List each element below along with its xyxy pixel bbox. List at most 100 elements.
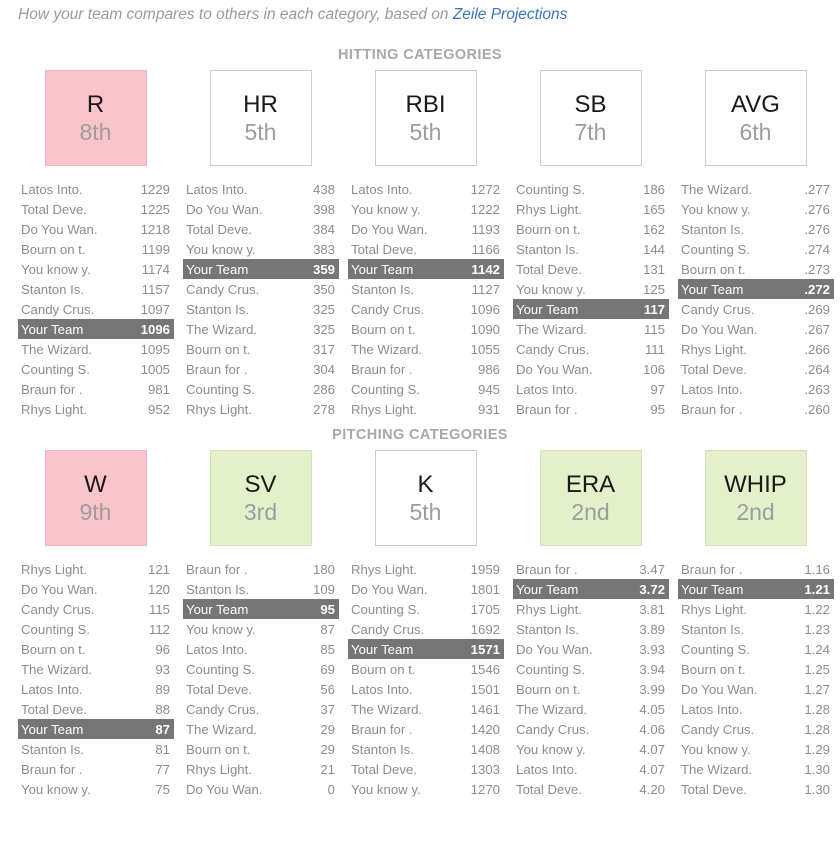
standings-row[interactable]: You know y. 125 xyxy=(513,279,669,299)
standings-row[interactable]: Total Deve. 1166 xyxy=(348,239,504,259)
standings-row[interactable]: Stanton Is. 1127 xyxy=(348,279,504,299)
standings-row[interactable]: The Wizard. 29 xyxy=(183,719,339,739)
standings-row[interactable]: Latos Into. 4.07 xyxy=(513,759,669,779)
category-box[interactable]: RBI 5th xyxy=(374,70,477,166)
category-box[interactable]: WHIP 2nd xyxy=(704,450,807,546)
standings-row[interactable]: You know y. 1222 xyxy=(348,199,504,219)
standings-row[interactable]: The Wizard. 1461 xyxy=(348,699,504,719)
standings-row[interactable]: The Wizard. 1.30 xyxy=(678,759,834,779)
standings-row[interactable]: Do You Wan. 1218 xyxy=(18,219,174,239)
standings-row[interactable]: Bourn on t. .273 xyxy=(678,259,834,279)
standings-row[interactable]: Counting S. 186 xyxy=(513,179,669,199)
standings-row[interactable]: Candy Crus. 350 xyxy=(183,279,339,299)
standings-row[interactable]: Stanton Is. 109 xyxy=(183,579,339,599)
standings-row-your-team[interactable]: Your Team 3.72 xyxy=(513,579,669,599)
standings-row[interactable]: Do You Wan. 1193 xyxy=(348,219,504,239)
standings-row[interactable]: The Wizard. .277 xyxy=(678,179,834,199)
standings-row[interactable]: Candy Crus. 4.06 xyxy=(513,719,669,739)
standings-row[interactable]: Candy Crus. 1096 xyxy=(348,299,504,319)
standings-row[interactable]: Bourn on t. 1546 xyxy=(348,659,504,679)
standings-row[interactable]: Do You Wan. .267 xyxy=(678,319,834,339)
standings-row[interactable]: You know y. 1.29 xyxy=(678,739,834,759)
standings-row[interactable]: The Wizard. 93 xyxy=(18,659,174,679)
standings-row[interactable]: Candy Crus. 1692 xyxy=(348,619,504,639)
standings-row[interactable]: Total Deve. 1.30 xyxy=(678,779,834,799)
standings-row[interactable]: Rhys Light. 278 xyxy=(183,399,339,419)
standings-row[interactable]: Bourn on t. 96 xyxy=(18,639,174,659)
standings-row[interactable]: Braun for . 986 xyxy=(348,359,504,379)
standings-row[interactable]: Counting S. .274 xyxy=(678,239,834,259)
standings-row[interactable]: The Wizard. 325 xyxy=(183,319,339,339)
category-box[interactable]: SV 3rd xyxy=(209,450,312,546)
standings-row[interactable]: The Wizard. 1055 xyxy=(348,339,504,359)
standings-row[interactable]: Counting S. 112 xyxy=(18,619,174,639)
standings-row[interactable]: Bourn on t. 1199 xyxy=(18,239,174,259)
standings-row[interactable]: Rhys Light. 165 xyxy=(513,199,669,219)
standings-row[interactable]: Total Deve. .264 xyxy=(678,359,834,379)
standings-row[interactable]: Counting S. 3.94 xyxy=(513,659,669,679)
standings-row[interactable]: Total Deve. 56 xyxy=(183,679,339,699)
standings-row[interactable]: Stanton Is. 1.23 xyxy=(678,619,834,639)
standings-row[interactable]: Stanton Is. 81 xyxy=(18,739,174,759)
standings-row[interactable]: Bourn on t. 317 xyxy=(183,339,339,359)
standings-row[interactable]: Rhys Light. 1959 xyxy=(348,559,504,579)
standings-row-your-team[interactable]: Your Team 87 xyxy=(18,719,174,739)
standings-row[interactable]: Bourn on t. 3.99 xyxy=(513,679,669,699)
standings-row-your-team[interactable]: Your Team 1571 xyxy=(348,639,504,659)
standings-row[interactable]: You know y. 1174 xyxy=(18,259,174,279)
standings-row[interactable]: Rhys Light. 1.22 xyxy=(678,599,834,619)
standings-row[interactable]: Bourn on t. 1090 xyxy=(348,319,504,339)
standings-row[interactable]: Braun for . 77 xyxy=(18,759,174,779)
standings-row[interactable]: Do You Wan. 398 xyxy=(183,199,339,219)
standings-row[interactable]: Braun for . 1.16 xyxy=(678,559,834,579)
category-box[interactable]: HR 5th xyxy=(209,70,312,166)
standings-row-your-team[interactable]: Your Team 117 xyxy=(513,299,669,319)
standings-row[interactable]: You know y. 87 xyxy=(183,619,339,639)
standings-row[interactable]: Counting S. 1005 xyxy=(18,359,174,379)
standings-row[interactable]: Do You Wan. 120 xyxy=(18,579,174,599)
standings-row[interactable]: Latos Into. 1229 xyxy=(18,179,174,199)
standings-row[interactable]: Bourn on t. 29 xyxy=(183,739,339,759)
standings-row[interactable]: You know y. 75 xyxy=(18,779,174,799)
standings-row[interactable]: Do You Wan. 0 xyxy=(183,779,339,799)
standings-row[interactable]: Stanton Is. 325 xyxy=(183,299,339,319)
standings-row[interactable]: You know y. 1270 xyxy=(348,779,504,799)
standings-row[interactable]: Latos Into. 97 xyxy=(513,379,669,399)
standings-row[interactable]: You know y. 383 xyxy=(183,239,339,259)
standings-row-your-team[interactable]: Your Team 359 xyxy=(183,259,339,279)
standings-row[interactable]: Candy Crus. 1.28 xyxy=(678,719,834,739)
standings-row[interactable]: Stanton Is. 3.89 xyxy=(513,619,669,639)
standings-row[interactable]: Latos Into. .263 xyxy=(678,379,834,399)
standings-row[interactable]: Rhys Light. 121 xyxy=(18,559,174,579)
standings-row[interactable]: Braun for . 304 xyxy=(183,359,339,379)
standings-row[interactable]: Rhys Light. 21 xyxy=(183,759,339,779)
standings-row[interactable]: Counting S. 69 xyxy=(183,659,339,679)
category-box[interactable]: AVG 6th xyxy=(704,70,807,166)
standings-row[interactable]: Latos Into. 1.28 xyxy=(678,699,834,719)
zeile-projections-link[interactable]: Zeile Projections xyxy=(453,6,568,23)
standings-row[interactable]: Total Deve. 4.20 xyxy=(513,779,669,799)
standings-row-your-team[interactable]: Your Team .272 xyxy=(678,279,834,299)
standings-row[interactable]: The Wizard. 115 xyxy=(513,319,669,339)
standings-row-your-team[interactable]: Your Team 1.21 xyxy=(678,579,834,599)
standings-row[interactable]: You know y. .276 xyxy=(678,199,834,219)
standings-row[interactable]: Do You Wan. 1801 xyxy=(348,579,504,599)
standings-row[interactable]: Braun for . 1420 xyxy=(348,719,504,739)
standings-row[interactable]: Braun for . 95 xyxy=(513,399,669,419)
standings-row[interactable]: Stanton Is. 1157 xyxy=(18,279,174,299)
category-box[interactable]: R 8th xyxy=(44,70,147,166)
standings-row[interactable]: Braun for . 180 xyxy=(183,559,339,579)
category-box[interactable]: K 5th xyxy=(374,450,477,546)
standings-row[interactable]: Bourn on t. 1.25 xyxy=(678,659,834,679)
standings-row[interactable]: Latos Into. 89 xyxy=(18,679,174,699)
standings-row[interactable]: Braun for . 981 xyxy=(18,379,174,399)
standings-row[interactable]: You know y. 4.07 xyxy=(513,739,669,759)
category-box[interactable]: W 9th xyxy=(44,450,147,546)
standings-row-your-team[interactable]: Your Team 1096 xyxy=(18,319,174,339)
standings-row[interactable]: Candy Crus. 1097 xyxy=(18,299,174,319)
standings-row[interactable]: Bourn on t. 162 xyxy=(513,219,669,239)
standings-row[interactable]: Rhys Light. 3.81 xyxy=(513,599,669,619)
standings-row[interactable]: Counting S. 1705 xyxy=(348,599,504,619)
standings-row[interactable]: Do You Wan. 1.27 xyxy=(678,679,834,699)
standings-row[interactable]: Latos Into. 438 xyxy=(183,179,339,199)
